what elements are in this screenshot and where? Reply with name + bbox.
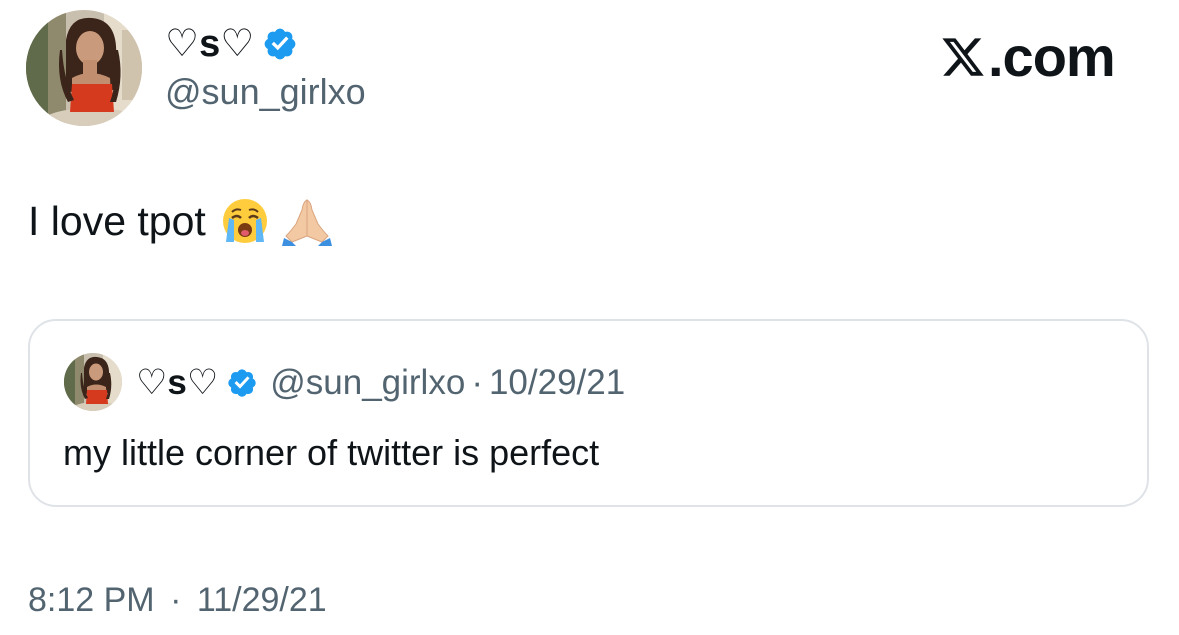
tweet-date: 11/29/21 (196, 581, 327, 619)
tweet-body: I love tpot (28, 193, 332, 249)
quoted-author-avatar[interactable] (64, 353, 122, 411)
avatar-photo (64, 353, 122, 411)
quoted-tweet-date[interactable]: 10/29/21 (489, 359, 625, 407)
tweet-time: 8:12 PM (28, 581, 155, 619)
author-name-row[interactable]: ♡s♡ (165, 20, 298, 68)
tweet-timestamp[interactable]: 8:12 PM · 11/29/21 (28, 578, 327, 622)
verified-badge-icon (264, 28, 296, 60)
author-handle[interactable]: @sun_girlxo (165, 70, 366, 114)
brand-domain-text: .com (988, 25, 1116, 88)
author-avatar[interactable] (26, 10, 142, 126)
quoted-author-display-name[interactable]: ♡s♡ (136, 359, 218, 407)
quoted-tweet-card[interactable]: ♡s♡ @sun_girlxo · 10/29/21 my little cor… (28, 319, 1149, 507)
loudly-crying-face-emoji (222, 199, 267, 243)
separator-dot: · (170, 581, 182, 619)
separator-dot: · (471, 363, 483, 402)
x-com-watermark: .com (940, 25, 1116, 88)
folded-hands-emoji (281, 199, 332, 246)
avatar-photo (26, 10, 142, 126)
verified-badge-icon (228, 369, 256, 397)
author-display-name[interactable]: ♡s♡ (165, 20, 254, 68)
quoted-tweet-header: ♡s♡ @sun_girlxo · 10/29/21 (136, 359, 625, 407)
quoted-tweet-text: my little corner of twitter is perfect (63, 432, 600, 473)
tweet-text: I love tpot (28, 198, 206, 244)
quoted-author-handle[interactable]: @sun_girlxo (270, 359, 465, 407)
x-logo-icon (942, 38, 984, 76)
